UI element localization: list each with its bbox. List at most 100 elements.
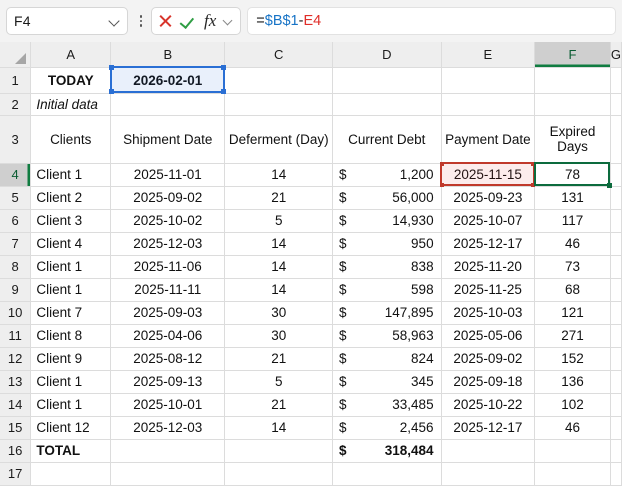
cell-payment-date[interactable]: 2025-11-20 xyxy=(441,255,536,279)
cell-empty[interactable] xyxy=(110,439,226,463)
column-title-c[interactable]: Deferment (Day) xyxy=(224,115,333,164)
cell-deferment[interactable]: 14 xyxy=(224,163,333,187)
cell-expired-days[interactable]: 136 xyxy=(534,370,611,394)
cell-shipment-date[interactable]: 2025-09-13 xyxy=(110,370,226,394)
cell-payment-date[interactable]: 2025-09-18 xyxy=(441,370,536,394)
enter-icon[interactable] xyxy=(181,14,196,29)
cell-shipment-date[interactable]: 2025-11-11 xyxy=(110,278,226,302)
cell-empty[interactable] xyxy=(441,67,536,94)
cell-empty[interactable] xyxy=(610,301,622,325)
row-header-7[interactable]: 7 xyxy=(0,232,32,256)
cell-expired-days[interactable]: 117 xyxy=(534,209,611,233)
cell-empty[interactable] xyxy=(610,232,622,256)
cell-payment-date[interactable]: 2025-05-06 xyxy=(441,324,536,348)
cell-expired-days[interactable]: 73 xyxy=(534,255,611,279)
row-header-14[interactable]: 14 xyxy=(0,393,32,417)
cell-expired-days[interactable]: 68 xyxy=(534,278,611,302)
cell-payment-date[interactable]: 2025-12-17 xyxy=(441,416,536,440)
cell-expired-days[interactable]: 46 xyxy=(534,416,611,440)
cell-shipment-date[interactable]: 2025-09-02 xyxy=(110,186,226,210)
row-header-6[interactable]: 6 xyxy=(0,209,32,233)
cell-empty[interactable] xyxy=(610,278,622,302)
row-header-1[interactable]: 1 xyxy=(0,67,32,94)
cell-current-debt[interactable]: $1,200 xyxy=(332,163,442,187)
cell-a1-today-label[interactable]: TODAY xyxy=(30,67,112,94)
cell-empty[interactable] xyxy=(610,462,622,486)
cell-empty[interactable] xyxy=(332,67,442,94)
column-title-a[interactable]: Clients xyxy=(30,115,112,164)
cell-empty[interactable] xyxy=(441,439,536,463)
cell-deferment[interactable]: 14 xyxy=(224,278,333,302)
cell-current-debt[interactable]: $58,963 xyxy=(332,324,442,348)
column-header-a[interactable]: A xyxy=(30,42,112,68)
cell-payment-date[interactable]: 2025-09-23 xyxy=(441,186,536,210)
cell-current-debt[interactable]: $14,930 xyxy=(332,209,442,233)
cell-payment-date[interactable]: 2025-10-07 xyxy=(441,209,536,233)
column-title-b[interactable]: Shipment Date xyxy=(110,115,226,164)
cell-empty[interactable] xyxy=(441,462,536,486)
cell-current-debt[interactable]: $2,456 xyxy=(332,416,442,440)
chevron-down-icon[interactable] xyxy=(224,16,234,26)
cell-deferment[interactable]: 5 xyxy=(224,370,333,394)
cell-empty[interactable] xyxy=(534,67,611,94)
cell-client[interactable]: Client 8 xyxy=(30,324,112,348)
cell-current-debt[interactable]: $345 xyxy=(332,370,442,394)
cell-current-debt[interactable]: $56,000 xyxy=(332,186,442,210)
cell-payment-date[interactable]: 2025-12-17 xyxy=(441,232,536,256)
cell-expired-days[interactable]: 121 xyxy=(534,301,611,325)
cell-deferment[interactable]: 14 xyxy=(224,232,333,256)
cell-empty[interactable] xyxy=(534,93,611,116)
formula-input[interactable]: =$B$1-E4 xyxy=(247,7,616,35)
column-header-c[interactable]: C xyxy=(224,42,333,68)
cell-shipment-date[interactable]: 2025-11-01 xyxy=(110,163,226,187)
column-header-f[interactable]: F xyxy=(534,42,611,68)
cell-empty[interactable] xyxy=(610,347,622,371)
column-header-g[interactable]: G xyxy=(610,42,622,68)
cell-shipment-date[interactable]: 2025-09-03 xyxy=(110,301,226,325)
insert-function-icon[interactable]: fx xyxy=(204,12,216,31)
cell-current-debt[interactable]: $33,485 xyxy=(332,393,442,417)
cell-expired-days[interactable]: 102 xyxy=(534,393,611,417)
row-header-15[interactable]: 15 xyxy=(0,416,32,440)
cell-shipment-date[interactable]: 2025-11-06 xyxy=(110,255,226,279)
row-header-17[interactable]: 17 xyxy=(0,462,32,486)
cell-client[interactable]: Client 1 xyxy=(30,370,112,394)
cell-empty[interactable] xyxy=(610,439,622,463)
cell-payment-date[interactable]: 2025-11-15 xyxy=(441,163,536,187)
cell-empty[interactable] xyxy=(610,255,622,279)
cell-client[interactable]: Client 1 xyxy=(30,163,112,187)
cell-empty[interactable] xyxy=(610,416,622,440)
cell-current-debt[interactable]: $147,895 xyxy=(332,301,442,325)
column-title-e[interactable]: Payment Date xyxy=(441,115,536,164)
cell-total-label[interactable]: TOTAL xyxy=(30,439,112,463)
cell-empty[interactable] xyxy=(110,93,226,116)
cell-empty[interactable] xyxy=(610,163,622,187)
cell-deferment[interactable]: 14 xyxy=(224,416,333,440)
cell-deferment[interactable]: 21 xyxy=(224,347,333,371)
row-header-2[interactable]: 2 xyxy=(0,93,32,116)
cell-empty[interactable] xyxy=(610,370,622,394)
cell-payment-date[interactable]: 2025-11-25 xyxy=(441,278,536,302)
cell-payment-date[interactable]: 2025-09-02 xyxy=(441,347,536,371)
row-header-8[interactable]: 8 xyxy=(0,255,32,279)
cell-empty[interactable] xyxy=(610,186,622,210)
cell-client[interactable]: Client 7 xyxy=(30,301,112,325)
cell-empty[interactable] xyxy=(224,93,333,116)
cell-expired-days[interactable]: 46 xyxy=(534,232,611,256)
row-header-13[interactable]: 13 xyxy=(0,370,32,394)
spreadsheet-grid[interactable]: ABCDEFG 1 TODAY 2026-02-01 2 Initial data 3 Cl… xyxy=(0,42,622,503)
row-header-12[interactable]: 12 xyxy=(0,347,32,371)
cell-shipment-date[interactable]: 2025-04-06 xyxy=(110,324,226,348)
cell-total-debt[interactable]: $318,484 xyxy=(332,439,442,463)
cell-current-debt[interactable]: $950 xyxy=(332,232,442,256)
row-header-3[interactable]: 3 xyxy=(0,115,32,164)
cell-deferment[interactable]: 14 xyxy=(224,255,333,279)
cell-shipment-date[interactable]: 2025-12-03 xyxy=(110,232,226,256)
cell-shipment-date[interactable]: 2025-10-02 xyxy=(110,209,226,233)
cancel-icon[interactable] xyxy=(158,14,173,29)
cell-empty[interactable] xyxy=(534,439,611,463)
cell-current-debt[interactable]: $598 xyxy=(332,278,442,302)
cell-empty[interactable] xyxy=(224,67,333,94)
cell-deferment[interactable]: 5 xyxy=(224,209,333,233)
cell-empty[interactable] xyxy=(224,439,333,463)
